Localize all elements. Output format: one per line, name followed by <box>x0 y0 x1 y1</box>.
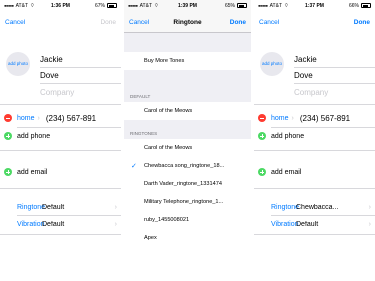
battery-percent: 65% <box>225 2 236 9</box>
signal-icon: ●●●●● <box>128 3 138 8</box>
checkmark-icon: ✓ <box>131 163 137 170</box>
done-button[interactable]: Done <box>230 19 246 26</box>
chevron-right-icon: › <box>37 114 40 122</box>
add-email-row[interactable]: add email <box>0 164 121 180</box>
status-bar: ●●●●● AT&T ⌔ 1:36 PM 67% <box>0 0 121 11</box>
add-phone-row[interactable]: add phone <box>0 128 121 144</box>
add-photo-button[interactable]: add photo <box>6 52 30 76</box>
ringtone-value: Chewbacca... <box>296 203 339 211</box>
phone-number-field[interactable]: (234) 567-891 <box>300 114 350 123</box>
chevron-right-icon: › <box>368 203 371 211</box>
add-email-label: add email <box>17 168 48 176</box>
navigation-bar: Ringtone Cancel Done <box>124 11 251 33</box>
list-item-ringtone[interactable]: ruby_1455008021 <box>124 211 251 229</box>
list-item-buy-more-tones[interactable]: Buy More Tones <box>124 52 251 70</box>
add-email-icon <box>4 168 12 176</box>
ringtone-label: Darth Vader_ringtone_1331474 <box>144 181 222 187</box>
ringtone-label: Chewbacca song_ringtone_18... <box>144 163 225 169</box>
first-name-field[interactable]: Jackie <box>294 52 375 68</box>
vibration-label: Vibration <box>271 220 299 228</box>
cancel-button[interactable]: Cancel <box>129 19 149 26</box>
phone-row: home › (234) 567-891 <box>254 110 375 126</box>
vibration-row[interactable]: Vibration Default › <box>0 216 121 232</box>
wifi-icon: ⌔ <box>284 2 289 9</box>
carrier-label: AT&T <box>269 2 283 9</box>
clock: 1:39 PM <box>178 2 197 9</box>
battery-icon <box>361 3 372 8</box>
wifi-icon: ⌔ <box>154 2 159 9</box>
ringtone-picker-screen: ●●●●● AT&T ⌔ 1:39 PM 65% Ringtone Cancel D… <box>124 0 251 281</box>
signal-icon: ●●●●● <box>4 3 14 8</box>
chevron-right-icon: › <box>368 220 371 228</box>
ringtone-label: Military Telephone_ringtone_1... <box>144 199 224 205</box>
chevron-right-icon: › <box>114 203 117 211</box>
chevron-right-icon: › <box>114 220 117 228</box>
company-field[interactable]: Company <box>40 84 121 100</box>
status-bar: ●●●●● AT&T ⌔ 1:39 PM 65% <box>124 0 251 11</box>
default-ringtone-label: Carol of the Meows <box>144 108 193 114</box>
ringtone-label: Carol of the Meows <box>144 145 193 151</box>
phone-row: home › (234) 567-891 <box>0 110 121 126</box>
status-bar: ●●●●● AT&T ⌔ 1:37 PM 66% <box>254 0 375 11</box>
ringtones-section-header: RINGTONES <box>130 131 158 136</box>
ringtone-value: Default <box>42 203 65 211</box>
phone-label[interactable]: home <box>271 115 289 122</box>
list-item-ringtone[interactable]: Darth Vader_ringtone_1331474 <box>124 175 251 193</box>
battery-percent: 66% <box>349 2 360 9</box>
ringtone-row[interactable]: Ringtone Chewbacca... › <box>254 199 375 215</box>
clock: 1:36 PM <box>51 2 70 9</box>
wifi-icon: ⌔ <box>30 2 35 9</box>
edit-contact-screen-2: ●●●●● AT&T ⌔ 1:37 PM 66% Cancel Done add p… <box>254 0 375 281</box>
delete-phone-icon[interactable] <box>258 114 266 122</box>
battery-percent: 67% <box>95 2 106 9</box>
carrier-label: AT&T <box>15 2 29 9</box>
phone-number-field[interactable]: (234) 567-891 <box>46 114 96 123</box>
vibration-row[interactable]: Vibration Default › <box>254 216 375 232</box>
done-button[interactable]: Done <box>354 19 370 26</box>
list-item-ringtone[interactable]: Military Telephone_ringtone_1... <box>124 193 251 211</box>
add-photo-button[interactable]: add photo <box>260 52 284 76</box>
vibration-label: Vibration <box>17 220 45 228</box>
ringtone-row[interactable]: Ringtone Default › <box>0 199 121 215</box>
ringtone-label: Apex <box>144 235 157 241</box>
list-item-ringtone[interactable]: Apex <box>124 229 251 247</box>
delete-phone-icon[interactable] <box>4 114 12 122</box>
carrier-label: AT&T <box>139 2 153 9</box>
add-phone-row[interactable]: add phone <box>254 128 375 144</box>
first-name-field[interactable]: Jackie <box>40 52 121 68</box>
ringtone-label: Ringtone <box>271 203 300 211</box>
add-email-label: add email <box>271 168 302 176</box>
cancel-button[interactable]: Cancel <box>259 19 279 26</box>
vibration-value: Default <box>42 220 65 228</box>
navigation-bar: Cancel Done <box>0 11 121 33</box>
ringtone-label: ruby_1455008021 <box>144 217 190 223</box>
buy-more-tones-label: Buy More Tones <box>144 58 185 64</box>
navigation-bar: Cancel Done <box>254 11 375 33</box>
signal-icon: ●●●●● <box>258 3 268 8</box>
list-item-ringtone[interactable]: Carol of the Meows <box>124 139 251 157</box>
last-name-field[interactable]: Dove <box>294 68 375 84</box>
phone-label[interactable]: home <box>17 115 35 122</box>
chevron-right-icon: › <box>291 114 294 122</box>
battery-icon <box>237 3 248 8</box>
cancel-button[interactable]: Cancel <box>5 19 25 26</box>
clock: 1:37 PM <box>305 2 324 9</box>
last-name-field[interactable]: Dove <box>40 68 121 84</box>
vibration-value: Default <box>296 220 319 228</box>
add-phone-label: add phone <box>17 132 51 140</box>
battery-icon <box>107 3 118 8</box>
default-section-header: DEFAULT <box>130 94 151 99</box>
add-phone-label: add phone <box>271 132 305 140</box>
done-button[interactable]: Done <box>100 19 116 26</box>
add-email-icon <box>258 168 266 176</box>
add-email-row[interactable]: add email <box>254 164 375 180</box>
add-phone-icon <box>258 132 266 140</box>
edit-contact-screen-1: ●●●●● AT&T ⌔ 1:36 PM 67% Cancel Done add p… <box>0 0 121 281</box>
ringtone-label: Ringtone <box>17 203 46 211</box>
list-item-ringtone-selected[interactable]: ✓ Chewbacca song_ringtone_18... <box>124 157 251 175</box>
list-item-default-ringtone[interactable]: Carol of the Meows <box>124 102 251 120</box>
add-phone-icon <box>4 132 12 140</box>
company-field[interactable]: Company <box>294 84 375 100</box>
